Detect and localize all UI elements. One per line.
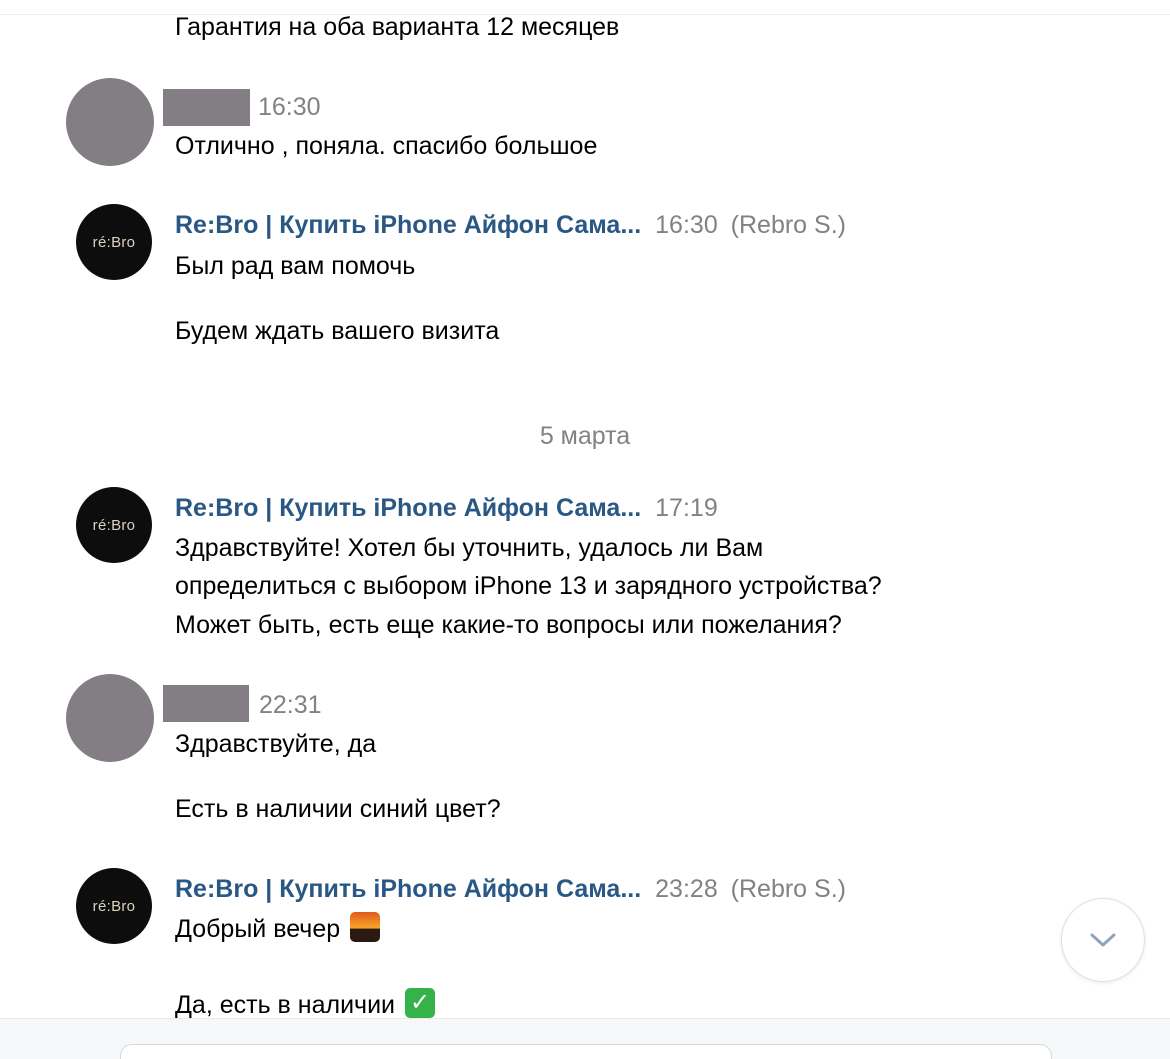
message-line: Добрый вечер xyxy=(175,911,381,947)
sender-name-link[interactable]: Re:Bro | Купить iPhone Айфон Сама... xyxy=(175,875,641,903)
shop-logo-text: ré:Bro xyxy=(92,233,136,251)
message-text: Здравствуйте, да xyxy=(175,730,377,758)
chat-history: Гарантия на оба варианта 12 месяцев 16:3… xyxy=(0,0,1170,1059)
sender-name-link[interactable]: Re:Bro | Купить iPhone Айфон Сама... xyxy=(175,494,641,522)
shop-avatar[interactable]: ré:Bro xyxy=(76,204,152,280)
message-header: Re:Bro | Купить iPhone Айфон Сама... 17:1… xyxy=(175,490,718,526)
redacted-username xyxy=(163,685,249,722)
redacted-username xyxy=(163,89,250,126)
message-header: Re:Bro | Купить iPhone Айфон Сама... 16:3… xyxy=(175,207,846,243)
agent-name: (Rebro S.) xyxy=(730,875,846,903)
city-sunset-emoji xyxy=(350,912,381,943)
user-avatar[interactable] xyxy=(66,78,154,166)
message-time: 16:30 xyxy=(258,93,321,121)
user-avatar[interactable] xyxy=(66,674,154,762)
message-text: Да, есть в наличии xyxy=(175,991,395,1019)
check-mark-emoji: ✓ xyxy=(405,988,435,1019)
message-header: Re:Bro | Купить iPhone Айфон Сама... 23:2… xyxy=(175,871,846,907)
shop-avatar[interactable]: ré:Bro xyxy=(76,487,152,563)
shop-avatar[interactable]: ré:Bro xyxy=(76,868,152,944)
message-text: Есть в наличии синий цвет? xyxy=(175,795,501,823)
message-time: 23:28 xyxy=(655,875,718,903)
message-text: Был рад вам помочь xyxy=(175,252,416,280)
message-text: определиться с выбором iPhone 13 и заряд… xyxy=(175,572,882,600)
message-time: 16:30 xyxy=(655,211,718,239)
agent-name: (Rebro S.) xyxy=(730,211,846,239)
shop-logo-text: ré:Bro xyxy=(92,897,136,915)
chevron-down-icon xyxy=(1090,933,1116,947)
message-text: Может быть, есть еще какие-то вопросы ил… xyxy=(175,611,842,639)
message-time: 22:31 xyxy=(259,691,322,719)
date-separator: 5 марта xyxy=(539,422,631,450)
message-text: Гарантия на оба варианта 12 месяцев xyxy=(175,13,620,41)
message-text: Добрый вечер xyxy=(175,915,341,943)
message-time: 17:19 xyxy=(655,494,718,522)
message-text: Будем ждать вашего визита xyxy=(175,317,500,345)
scroll-to-bottom-button[interactable] xyxy=(1061,898,1145,982)
sender-name-link[interactable]: Re:Bro | Купить iPhone Айфон Сама... xyxy=(175,211,641,239)
message-text: Отлично , поняла. спасибо большое xyxy=(175,132,598,160)
message-input[interactable] xyxy=(120,1044,1052,1059)
shop-logo-text: ré:Bro xyxy=(92,516,136,534)
message-text: Здравствуйте! Хотел бы уточнить, удалось… xyxy=(175,534,764,562)
